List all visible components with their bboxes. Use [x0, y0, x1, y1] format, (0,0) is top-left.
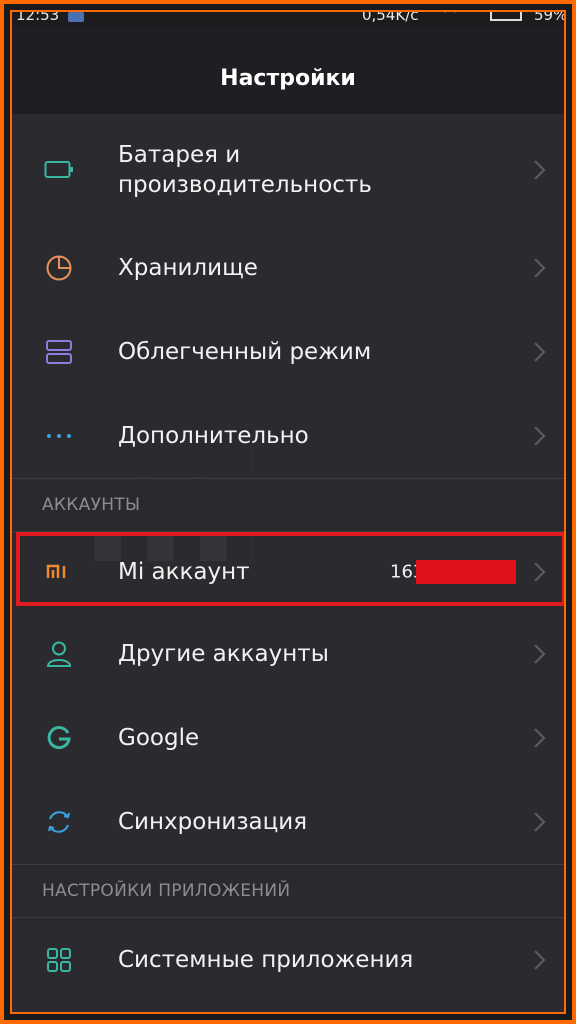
section-header-accounts: АККАУНТЫ: [12, 478, 564, 532]
ellipsis-icon: [44, 421, 74, 451]
chevron-right-icon: [534, 160, 546, 180]
settings-item-storage[interactable]: Хранилище: [12, 226, 564, 310]
settings-item-other-accounts[interactable]: Другие аккаунты: [12, 612, 564, 696]
section-title: НАСТРОЙКИ ПРИЛОЖЕНИЙ: [42, 881, 291, 901]
settings-item-label: Хранилище: [118, 255, 258, 281]
settings-item-label: Дополнительно: [118, 423, 309, 449]
chevron-right-icon: [534, 728, 546, 748]
settings-item-label: Другие аккаунты: [118, 641, 329, 667]
chevron-right-icon: [534, 258, 546, 278]
google-g-icon: [44, 723, 74, 753]
settings-item-label: Синхронизация: [118, 809, 308, 835]
battery-icon: [44, 155, 74, 185]
screen: 12:53 0,54K/c ◠ 59% Настройки mi Батарея…: [10, 10, 566, 1014]
settings-item-system-apps[interactable]: Системные приложения: [12, 918, 564, 1002]
chevron-right-icon: [534, 426, 546, 446]
battery-status-icon: [490, 12, 522, 21]
status-time: 12:53: [16, 10, 60, 24]
settings-item-additional[interactable]: Дополнительно: [12, 394, 564, 478]
settings-item-label: Батарея и производительность: [118, 142, 372, 198]
person-icon: [44, 639, 74, 669]
battery-percent: 59%: [534, 10, 566, 24]
chevron-right-icon: [534, 812, 546, 832]
screenshot-frame: 12:53 0,54K/c ◠ 59% Настройки mi Батарея…: [0, 0, 576, 1024]
page-title: Настройки: [220, 66, 356, 91]
grid-icon: [44, 945, 74, 975]
settings-item-label: Google: [118, 725, 200, 751]
status-bar: 12:53 0,54K/c ◠ 59%: [12, 12, 564, 26]
mi-account-highlight: [16, 532, 564, 606]
settings-item-google[interactable]: Google: [12, 696, 564, 780]
settings-item-lite-mode[interactable]: Облегченный режим: [12, 310, 564, 394]
chevron-right-icon: [534, 644, 546, 664]
chevron-right-icon: [534, 342, 546, 362]
sync-icon: [44, 807, 74, 837]
section-title: АККАУНТЫ: [42, 495, 141, 515]
network-speed: 0,54K/c: [362, 10, 419, 24]
pie-chart-icon: [44, 253, 74, 283]
chevron-right-icon: [534, 950, 546, 970]
section-header-app-settings: НАСТРОЙКИ ПРИЛОЖЕНИЙ: [12, 864, 564, 918]
wifi-icon: ◠: [444, 10, 457, 20]
settings-item-sync[interactable]: Синхронизация: [12, 780, 564, 864]
app-header: Настройки: [12, 26, 564, 114]
facebook-notification-icon: [68, 12, 84, 22]
stacked-rectangles-icon: [44, 337, 74, 367]
settings-item-label: Системные приложения: [118, 947, 414, 973]
settings-item-label: Облегченный режим: [118, 339, 372, 365]
settings-item-battery[interactable]: Батарея и производительность: [12, 114, 564, 226]
